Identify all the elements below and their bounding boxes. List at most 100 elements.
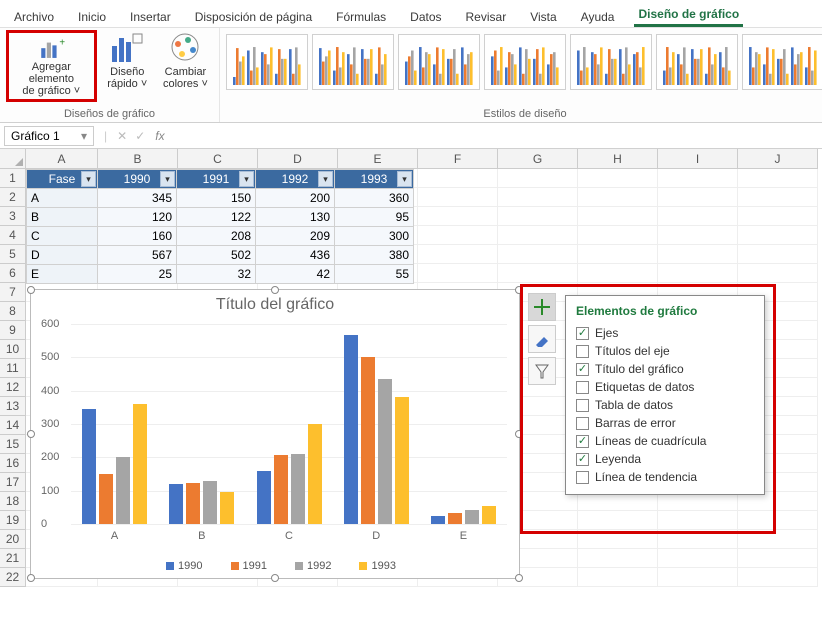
filter-dropdown-icon[interactable]: ▾ [318,171,333,187]
fx-icon[interactable]: fx [149,129,170,143]
table-cell[interactable]: 55 [335,265,414,284]
tab-disposición-de-página[interactable]: Disposición de página [191,7,316,27]
table-cell[interactable]: 130 [256,208,335,227]
tab-vista[interactable]: Vista [526,7,560,27]
row-header[interactable]: 11 [0,359,26,378]
chart-elements-button[interactable] [528,293,556,321]
row-header[interactable]: 8 [0,302,26,321]
row-header[interactable]: 1 [0,169,26,188]
chart-style-thumb[interactable] [570,34,652,90]
bar[interactable] [116,457,130,524]
cell[interactable] [658,226,738,245]
legend-item[interactable]: 1992 [283,560,331,572]
chart-styles-button[interactable] [528,325,556,353]
legend-item[interactable]: 1993 [347,560,395,572]
filter-dropdown-icon[interactable]: ▾ [81,171,96,187]
column-header[interactable]: E [338,149,418,169]
table-cell[interactable]: 208 [177,227,256,246]
row-header[interactable]: 13 [0,397,26,416]
legend-item[interactable]: 1990 [154,560,202,572]
row-header[interactable]: 5 [0,245,26,264]
row-header[interactable]: 9 [0,321,26,340]
filter-dropdown-icon[interactable]: ▾ [160,171,175,187]
legend-item[interactable]: 1991 [219,560,267,572]
cell[interactable] [738,264,818,283]
table-cell[interactable]: 32 [177,265,256,284]
cell[interactable] [498,245,578,264]
row-header[interactable]: 15 [0,435,26,454]
cell[interactable] [578,207,658,226]
cell[interactable] [658,264,738,283]
row-header[interactable]: 6 [0,264,26,283]
table-cell[interactable]: 150 [177,189,256,208]
cell[interactable] [738,549,818,568]
row-header[interactable]: 2 [0,188,26,207]
row-header[interactable]: 19 [0,511,26,530]
table-cell[interactable]: 436 [256,246,335,265]
tab-inicio[interactable]: Inicio [74,7,110,27]
chart-element-option[interactable]: ✓Leyenda [576,450,754,468]
cell[interactable] [658,568,738,587]
cell[interactable] [578,264,658,283]
row-header[interactable]: 12 [0,378,26,397]
add-chart-element-button[interactable]: + Agregar elemento de gráfico ˅ [6,30,97,102]
bar[interactable] [203,481,217,524]
tab-fórmulas[interactable]: Fórmulas [332,7,390,27]
row-header[interactable]: 3 [0,207,26,226]
bar[interactable] [465,510,479,524]
column-header[interactable]: D [258,149,338,169]
cell[interactable] [498,169,578,188]
cell[interactable] [418,226,498,245]
bar[interactable] [169,484,183,524]
table-cell[interactable]: 360 [335,189,414,208]
table-cell[interactable]: 160 [98,227,177,246]
table-cell[interactable]: 25 [98,265,177,284]
tab-ayuda[interactable]: Ayuda [577,7,619,27]
chart-element-option[interactable]: Barras de error [576,414,754,432]
table-cell[interactable]: A [27,189,98,208]
bar[interactable] [186,483,200,524]
table-cell[interactable]: B [27,208,98,227]
column-header[interactable]: H [578,149,658,169]
tab-diseño-de-gráfico[interactable]: Diseño de gráfico [634,4,743,27]
row-header[interactable]: 17 [0,473,26,492]
table-cell[interactable]: 502 [177,246,256,265]
table-cell[interactable]: C [27,227,98,246]
cell[interactable] [578,169,658,188]
bar[interactable] [378,379,392,524]
chart-filters-button[interactable] [528,357,556,385]
bar[interactable] [482,506,496,524]
select-all-corner[interactable] [0,149,26,169]
chart-element-option[interactable]: ✓Título del gráfico [576,360,754,378]
bar[interactable] [431,516,445,524]
cell[interactable] [738,169,818,188]
chart-style-thumb[interactable] [312,34,394,90]
row-header[interactable]: 10 [0,340,26,359]
chart-element-option[interactable]: ✓Ejes [576,324,754,342]
cell[interactable] [578,188,658,207]
cell[interactable] [658,549,738,568]
cell[interactable] [738,207,818,226]
cell[interactable] [578,226,658,245]
cell[interactable] [738,226,818,245]
tab-datos[interactable]: Datos [406,7,445,27]
filter-dropdown-icon[interactable]: ▾ [239,171,254,187]
row-header[interactable]: 7 [0,283,26,302]
cell[interactable] [498,207,578,226]
cell[interactable] [578,549,658,568]
cell[interactable] [738,188,818,207]
bar[interactable] [291,454,305,524]
row-header[interactable]: 20 [0,530,26,549]
table-header[interactable]: Fase▾ [27,170,98,189]
filter-dropdown-icon[interactable]: ▾ [397,171,412,187]
cell[interactable] [498,226,578,245]
table-header[interactable]: 1992▾ [256,170,335,189]
column-header[interactable]: J [738,149,818,169]
bar[interactable] [274,455,288,524]
column-header[interactable]: C [178,149,258,169]
column-header[interactable]: A [26,149,98,169]
chart-element-option[interactable]: Etiquetas de datos [576,378,754,396]
table-cell[interactable]: D [27,246,98,265]
column-header[interactable]: F [418,149,498,169]
cell[interactable] [658,188,738,207]
